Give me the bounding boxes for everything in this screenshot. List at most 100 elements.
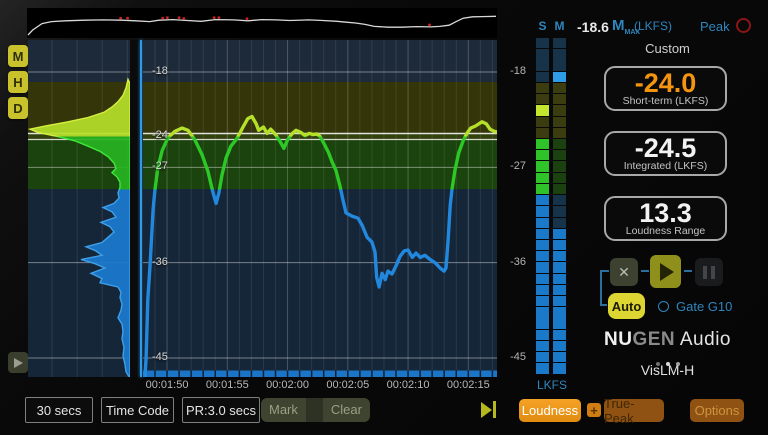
tab-history[interactable]: H xyxy=(8,71,28,93)
tab-distribution-label: D xyxy=(13,101,22,116)
meter-segment xyxy=(553,341,566,351)
time-tick-label: 00:02:05 xyxy=(326,379,369,391)
tab-history-label: H xyxy=(13,75,22,90)
time-mode-value: Time Code xyxy=(106,403,169,418)
history-length-value: 30 secs xyxy=(37,403,82,418)
truepeak-view-button[interactable]: True-Peak xyxy=(604,399,664,422)
meter-segment xyxy=(536,341,549,351)
meter-segment xyxy=(553,49,566,59)
time-tick-label: 00:01:55 xyxy=(206,379,249,391)
meter-segment xyxy=(536,363,549,373)
gate-label: Gate G10 xyxy=(676,299,732,314)
options-label: Options xyxy=(695,403,740,418)
history-overview-strip[interactable] xyxy=(27,8,497,38)
loudness-range-readout[interactable]: 13.3 Loudness Range xyxy=(604,196,727,241)
meter-segment xyxy=(553,296,566,306)
auto-button[interactable]: Auto xyxy=(608,293,645,319)
truepeak-view-label: True-Peak xyxy=(604,396,664,426)
preset-name: Custom xyxy=(575,41,760,56)
momentary-max-value: -18.6 xyxy=(577,19,609,35)
history-play-button[interactable] xyxy=(8,352,28,373)
mark-button[interactable]: Mark xyxy=(261,398,306,422)
play-icon xyxy=(14,358,23,368)
meter-segment xyxy=(536,218,549,228)
meter-segment xyxy=(553,352,566,362)
reset-icon: ✕ xyxy=(618,264,630,281)
meter-segment xyxy=(553,195,566,205)
pause-button[interactable] xyxy=(695,258,723,286)
meter-segment xyxy=(553,105,566,115)
connector-line xyxy=(600,304,607,306)
meter-segment xyxy=(553,206,566,216)
meter-segment xyxy=(536,296,549,306)
reset-button[interactable]: ✕ xyxy=(610,258,638,286)
momentary-meter-bar[interactable] xyxy=(553,38,566,375)
peak-label: Peak xyxy=(700,19,730,34)
meter-segment xyxy=(536,94,549,104)
y-tick-label: -27 xyxy=(152,160,168,172)
add-view-button[interactable]: + xyxy=(587,403,601,417)
loudness-history-chart[interactable] xyxy=(143,40,497,377)
meter-segment xyxy=(536,72,549,82)
tab-momentary-label: M xyxy=(13,49,24,64)
meter-scale-label: -18 xyxy=(496,65,526,77)
playhead-cursor[interactable] xyxy=(140,40,142,377)
short-term-readout[interactable]: -24.0 Short-term (LKFS) xyxy=(604,66,727,111)
meter-scale-label: -45 xyxy=(496,351,526,363)
connector-line xyxy=(641,270,649,272)
meter-segment xyxy=(536,195,549,205)
time-mode-select[interactable]: Time Code xyxy=(101,397,174,423)
short-term-label: Short-term (LKFS) xyxy=(623,96,709,107)
meter-segment xyxy=(536,117,549,127)
y-tick-label: -36 xyxy=(152,256,168,268)
meter-segment xyxy=(553,229,566,239)
y-tick-label: -45 xyxy=(152,351,168,363)
integrated-label: Integrated (LKFS) xyxy=(624,161,707,172)
meter-segment xyxy=(553,150,566,160)
integrated-readout[interactable]: -24.5 Integrated (LKFS) xyxy=(604,131,727,176)
meter-segment xyxy=(536,128,549,138)
loudness-range-value: 13.3 xyxy=(639,200,692,226)
divider xyxy=(306,398,323,422)
options-button[interactable]: Options xyxy=(690,399,744,422)
peak-indicator-light[interactable] xyxy=(736,18,751,33)
skip-to-live-button[interactable] xyxy=(481,401,496,418)
gate-radio[interactable] xyxy=(658,301,669,312)
meter-segment xyxy=(536,105,549,115)
meter-segment xyxy=(536,49,549,59)
pause-icon xyxy=(703,266,707,279)
tab-momentary[interactable]: M xyxy=(8,45,28,67)
meter-segment xyxy=(553,218,566,228)
history-length-select[interactable]: 30 secs xyxy=(25,397,93,423)
loudness-view-button[interactable]: Loudness xyxy=(519,399,581,422)
loudness-view-label: Loudness xyxy=(522,403,578,418)
meter-segment xyxy=(536,251,549,261)
plus-icon: + xyxy=(590,403,598,418)
meter-scale-label: -27 xyxy=(496,160,526,172)
skip-triangle-icon xyxy=(481,402,492,418)
play-button[interactable] xyxy=(650,255,681,288)
clear-button[interactable]: Clear xyxy=(323,398,370,422)
connector-line xyxy=(600,270,602,306)
meter-scale-label: -36 xyxy=(496,256,526,268)
meter-segment xyxy=(536,173,549,183)
product-name: VisLM-H xyxy=(575,362,760,378)
short-term-meter-bar[interactable] xyxy=(536,38,549,375)
connector-line xyxy=(684,270,692,272)
loudness-distribution-panel xyxy=(28,40,130,377)
meter-segment xyxy=(553,274,566,284)
integrated-value: -24.5 xyxy=(635,135,697,161)
meter-segment xyxy=(536,262,549,272)
meter-segment xyxy=(553,161,566,171)
meter-segment xyxy=(553,330,566,340)
skip-bar-icon xyxy=(493,401,496,418)
pr-window-select[interactable]: PR:3.0 secs xyxy=(182,397,260,423)
mark-clear-group: Mark Clear xyxy=(261,398,370,422)
nugen-logo: NUGEN Audio xyxy=(575,329,760,351)
tab-distribution[interactable]: D xyxy=(8,97,28,119)
meter-segment xyxy=(536,38,549,48)
meter-segment xyxy=(553,139,566,149)
vislm-plugin-window: M H D -18-24-27-36-45 00:01:5000:01:5500… xyxy=(0,0,768,435)
meter-segment xyxy=(536,83,549,93)
meter-segment xyxy=(553,240,566,250)
